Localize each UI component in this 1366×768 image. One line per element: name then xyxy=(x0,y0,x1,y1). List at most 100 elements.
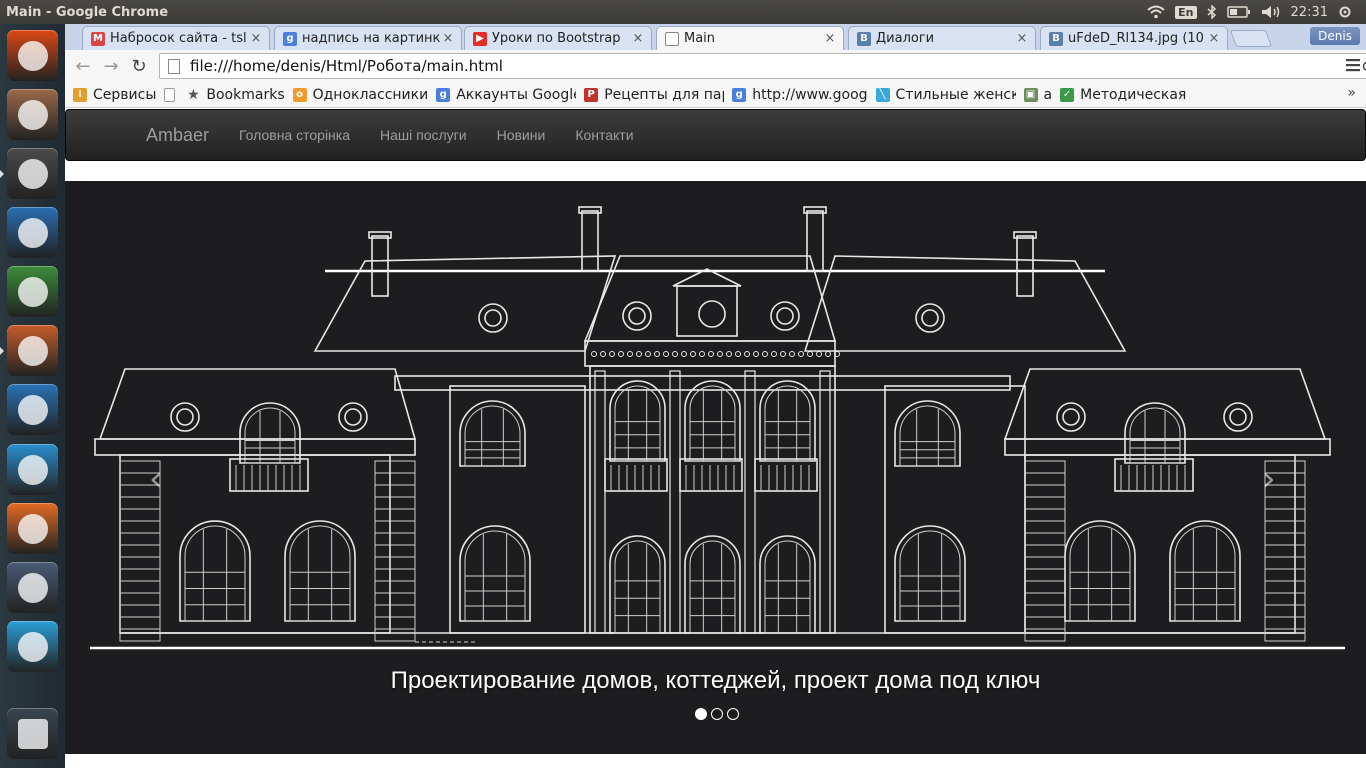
reload-icon: ↻ xyxy=(131,55,147,77)
tab-label: Уроки по Bootstrap xyxy=(492,31,621,46)
bookmark-item[interactable]: g http://www.goog xyxy=(732,87,868,103)
carousel-indicator-dot[interactable] xyxy=(695,708,707,720)
browser-tab[interactable]: g надпись на картинк × xyxy=(274,26,462,50)
tab-favicon-icon: В xyxy=(1049,31,1063,46)
page-icon xyxy=(164,87,176,102)
telegram-icon[interactable] xyxy=(7,621,58,672)
browser-tab[interactable]: M Набросок сайта - tsl × xyxy=(82,26,270,50)
bookmark-item[interactable]: о Одноклассники xyxy=(292,86,429,103)
system-tray: En 22:31 xyxy=(1147,5,1366,20)
bookmark-item[interactable]: ★ Bookmarks xyxy=(186,86,285,103)
bookmark-label: Аккаунты Google xyxy=(456,86,577,103)
tab-label: Набросок сайта - tsl xyxy=(110,31,247,46)
bookmark-item[interactable] xyxy=(164,87,178,102)
file-manager-icon[interactable] xyxy=(7,89,58,140)
page-viewport: Ambaer Головна сторінка Наші послуги Нов… xyxy=(65,108,1366,768)
power-gear-icon[interactable] xyxy=(1338,5,1352,19)
bookmark-item[interactable]: Р Рецепты для пар xyxy=(584,87,724,103)
ubuntu-dash-icon[interactable] xyxy=(7,30,58,81)
forward-button[interactable]: → xyxy=(97,52,125,80)
bookmark-label: Bookmarks xyxy=(206,86,285,103)
libreoffice-writer-icon[interactable] xyxy=(7,384,58,435)
address-bar[interactable]: file:///home/denis/Html/Робота/main.html… xyxy=(159,53,1366,79)
wifi-icon[interactable] xyxy=(1147,5,1165,19)
tab-close-icon[interactable]: × xyxy=(249,31,263,46)
tab-favicon-icon: M xyxy=(91,31,105,46)
browser-tab[interactable]: В Диалоги × xyxy=(848,26,1036,50)
ok-icon: о xyxy=(292,87,307,102)
carousel-next-button[interactable]: › xyxy=(1262,459,1276,499)
tab-close-icon[interactable]: × xyxy=(823,31,837,46)
running-indicator xyxy=(0,347,4,355)
tab-close-icon[interactable]: × xyxy=(441,31,455,46)
bookmark-item[interactable]: g Аккаунты Google xyxy=(436,87,576,103)
address-url[interactable]: file:///home/denis/Html/Робота/main.html xyxy=(190,57,1358,75)
software-center-icon[interactable] xyxy=(7,503,58,554)
carousel-caption: Проектирование домов, коттеджей, проект … xyxy=(390,667,1041,694)
carousel-indicator-dot[interactable] xyxy=(711,708,723,720)
tab-label: uFdeD_Rl134.jpg (10 xyxy=(1068,31,1204,46)
new-tab-button[interactable] xyxy=(1229,30,1273,47)
battery-icon[interactable] xyxy=(1226,6,1251,18)
site-nav: Головна сторінка Наші послуги Новини Кон… xyxy=(224,127,649,143)
bookmark-item[interactable]: ⁞ Сервисы xyxy=(73,87,156,103)
tab-close-icon[interactable]: × xyxy=(631,31,645,46)
carousel-indicator-dot[interactable] xyxy=(727,708,739,720)
nav-link-news[interactable]: Новини xyxy=(482,127,561,143)
chrome-menu-button[interactable] xyxy=(1346,57,1360,76)
tab-label: Диалоги xyxy=(876,31,935,46)
tab-favicon-icon: g xyxy=(283,31,297,46)
bookmark-label: Методическая р xyxy=(1080,86,1191,103)
tab-label: надпись на картинк xyxy=(302,31,441,46)
page-icon xyxy=(168,58,180,74)
hero-carousel: ‹ › Проектирование домов, коттеджей, про… xyxy=(65,181,1366,754)
keyboard-layout-indicator[interactable]: En xyxy=(1175,5,1197,19)
site-brand[interactable]: Ambaer xyxy=(146,125,209,146)
system-settings-icon[interactable] xyxy=(7,562,58,613)
tab-favicon-icon: В xyxy=(857,31,871,46)
nav-link-services[interactable]: Наші послуги xyxy=(365,127,482,143)
bookmarks-bar: ⁞ Сервисы ★ Bookmarks о Одноклассники g Аккаунт… xyxy=(65,82,1366,108)
chrome-icon[interactable] xyxy=(7,325,58,376)
tab-close-icon[interactable]: × xyxy=(1207,31,1221,46)
google-icon: g xyxy=(732,87,747,102)
reload-button[interactable]: ↻ xyxy=(125,52,153,80)
image-icon: ▣ xyxy=(1023,87,1038,102)
profile-button[interactable]: Denis xyxy=(1310,27,1360,45)
bluetooth-icon[interactable] xyxy=(1207,5,1217,19)
browser-tab[interactable]: Main × xyxy=(656,26,844,50)
bookmarks-overflow-button[interactable]: » xyxy=(1347,85,1356,101)
forward-arrow-icon: → xyxy=(103,55,119,77)
google-icon: g xyxy=(436,87,451,102)
bookmark-item[interactable]: ▣ а xyxy=(1023,87,1052,103)
tab-close-icon[interactable]: × xyxy=(1015,31,1029,46)
tab-label: Main xyxy=(684,31,716,46)
back-button[interactable]: ← xyxy=(69,52,97,80)
running-indicator xyxy=(0,170,4,178)
trash-icon[interactable] xyxy=(7,708,58,759)
bookmark-label: Сервисы xyxy=(93,86,157,103)
unity-launcher xyxy=(0,24,65,768)
jetbrains-icon[interactable] xyxy=(7,207,58,258)
nav-link-contacts[interactable]: Контакти xyxy=(560,127,648,143)
back-arrow-icon: ← xyxy=(75,55,91,77)
bookmark-label: Рецепты для пар xyxy=(604,86,725,103)
skype-icon[interactable] xyxy=(7,444,58,495)
sublime-text-icon[interactable] xyxy=(7,148,58,199)
hamburger-menu-icon xyxy=(1346,59,1360,72)
browser-tab[interactable]: ВuFdeD_Rl134.jpg (10 × xyxy=(1040,26,1228,50)
carousel-prev-button[interactable]: ‹ xyxy=(149,459,163,499)
browser-toolbar: ← → ↻ file:///home/denis/Html/Робота/mai… xyxy=(65,50,1366,82)
hanger-icon: ╲ xyxy=(875,87,890,102)
volume-icon[interactable] xyxy=(1261,5,1281,19)
bookmark-label: Одноклассники xyxy=(312,86,429,103)
browser-tab[interactable]: ▶ Уроки по Bootstrap × xyxy=(464,26,652,50)
android-studio-icon[interactable] xyxy=(7,266,58,317)
tab-strip: Denis M Набросок сайта - tsl × g надпись на … xyxy=(65,24,1366,50)
nav-link-home[interactable]: Головна сторінка xyxy=(224,127,365,143)
clock[interactable]: 22:31 xyxy=(1291,5,1328,20)
bookmark-item[interactable]: ╲ Стильные женск xyxy=(875,87,1016,103)
carousel-indicators xyxy=(695,708,739,720)
bookmark-item[interactable]: ✓ Методическая р xyxy=(1060,87,1190,103)
recipes-icon: Р xyxy=(584,87,599,102)
